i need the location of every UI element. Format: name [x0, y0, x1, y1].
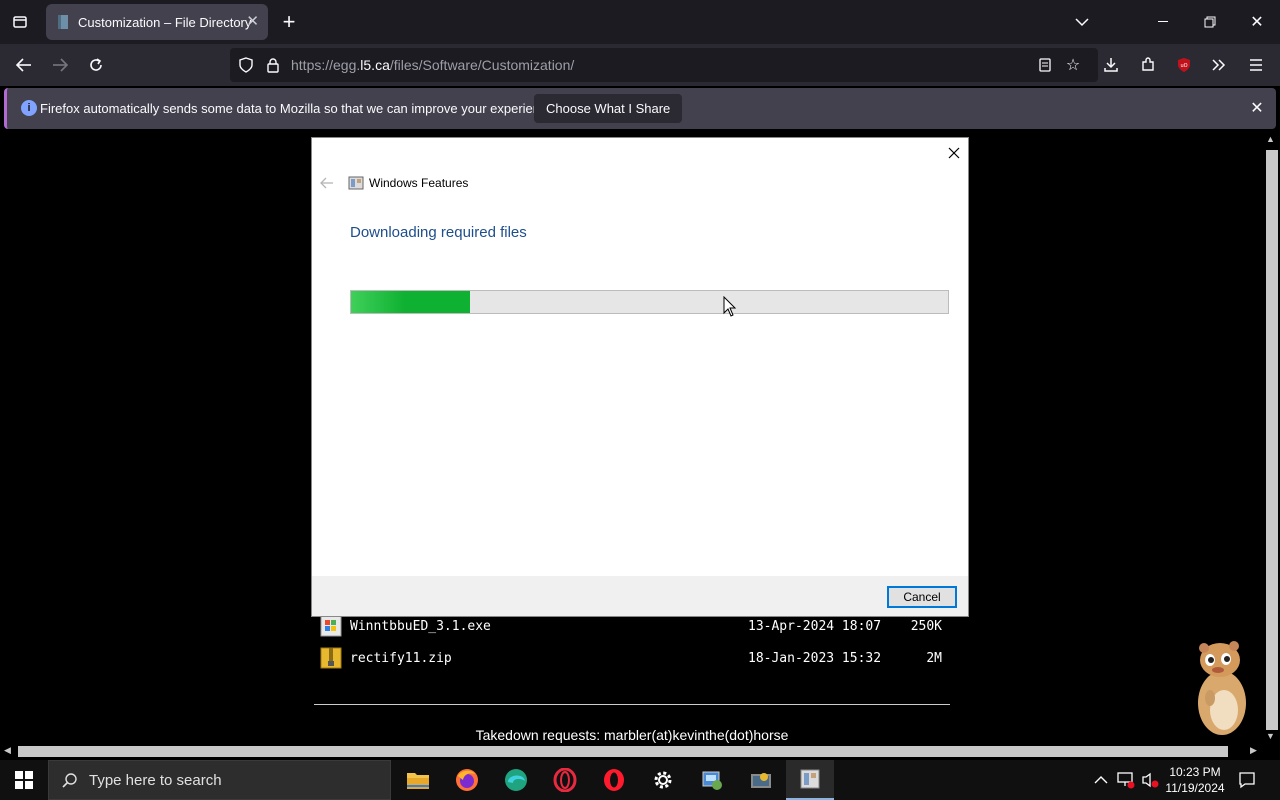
- scroll-down-arrow-icon[interactable]: ▼: [1266, 731, 1275, 741]
- taskbar-search-box[interactable]: Type here to search: [48, 760, 391, 800]
- file-date: 13-Apr-2024 18:07: [748, 619, 882, 634]
- network-icon[interactable]: [1117, 771, 1135, 794]
- file-size: 250K: [910, 619, 942, 634]
- notification-text: Firefox automatically sends some data to…: [40, 101, 558, 116]
- navigation-bar: https://egg.l5.ca/files/Software/Customi…: [0, 44, 1280, 86]
- file-name-link[interactable]: rectify11.zip: [350, 651, 452, 666]
- window-close-icon[interactable]: ✕: [1241, 6, 1273, 38]
- opera-app[interactable]: [590, 760, 638, 800]
- firefox-app[interactable]: [443, 760, 491, 800]
- choose-what-i-share-button[interactable]: Choose What I Share: [534, 94, 683, 123]
- windows-logo-icon: [15, 771, 33, 789]
- overflow-menu-icon[interactable]: [1203, 49, 1235, 81]
- opera-gx-app[interactable]: [541, 760, 589, 800]
- dialog-footer: Cancel: [312, 576, 968, 616]
- bookmark-star-icon[interactable]: ☆: [1057, 49, 1089, 81]
- extensions-icon[interactable]: [1132, 49, 1164, 81]
- system-clock[interactable]: 10:23 PM 11/19/2024: [1160, 764, 1230, 796]
- table-row[interactable]: WinntbbuED_3.1.exe 13-Apr-2024 18:07 250…: [320, 615, 950, 641]
- windows-features-icon: [348, 175, 364, 196]
- dialog-back-arrow-icon[interactable]: [320, 176, 334, 194]
- favicon-icon: [58, 15, 68, 29]
- hamster-mascot-image: [1180, 638, 1260, 738]
- takedown-notice: Takedown requests: marbler(at)kevinthe(d…: [475, 727, 789, 743]
- windows-features-dialog: Windows Features Downloading required fi…: [311, 137, 969, 617]
- url-text[interactable]: https://egg.l5.ca/files/Software/Customi…: [291, 57, 574, 73]
- file-name-link[interactable]: WinntbbuED_3.1.exe: [350, 619, 491, 634]
- settings-app[interactable]: [639, 760, 687, 800]
- scroll-left-arrow-icon[interactable]: ◀: [4, 745, 11, 756]
- vertical-scrollbar-thumb[interactable]: [1266, 150, 1278, 730]
- telemetry-notification-bar: i Firefox automatically sends some data …: [4, 88, 1276, 129]
- tab-list-icon[interactable]: [4, 6, 36, 38]
- tab-customization[interactable]: Customization – File Directory ✕: [46, 4, 268, 40]
- taskbar: Type here to search 10:23 PM 11/19/2024: [0, 760, 1280, 800]
- divider: [314, 704, 950, 705]
- start-button[interactable]: [0, 760, 48, 800]
- edge-icon: [505, 769, 527, 791]
- show-hidden-icons-icon[interactable]: [1094, 772, 1108, 790]
- restore-icon[interactable]: [1194, 6, 1226, 38]
- opera-icon: [604, 769, 624, 791]
- lock-icon[interactable]: [257, 49, 289, 81]
- dialog-heading: Downloading required files: [350, 224, 527, 241]
- windows-features-app[interactable]: [786, 760, 834, 800]
- info-icon: i: [21, 100, 37, 116]
- scroll-right-arrow-icon[interactable]: ▶: [1250, 745, 1257, 756]
- forward-icon[interactable]: [44, 49, 76, 81]
- svg-text:uO: uO: [1180, 63, 1187, 69]
- table-row[interactable]: rectify11.zip 18-Jan-2023 15:32 2M: [320, 647, 950, 673]
- volume-muted-icon[interactable]: [1141, 771, 1159, 794]
- control-panel-icon: [702, 771, 722, 790]
- list-all-tabs-icon[interactable]: [1066, 6, 1098, 38]
- clock-date: 11/19/2024: [1165, 781, 1225, 795]
- control-panel-app[interactable]: [688, 760, 736, 800]
- tab-title: Customization – File Directory: [78, 14, 252, 30]
- reload-icon[interactable]: [80, 49, 112, 81]
- ublock-origin-icon[interactable]: uO: [1168, 49, 1200, 81]
- edge-app[interactable]: [492, 760, 540, 800]
- notification-close-icon[interactable]: ✕: [1241, 92, 1273, 124]
- url-bar[interactable]: https://egg.l5.ca/files/Software/Customi…: [230, 48, 1098, 82]
- search-icon: [62, 772, 78, 792]
- windows-features-taskbar-icon: [800, 769, 820, 789]
- folder-icon: [407, 773, 429, 789]
- browser-tab-bar: Customization – File Directory ✕ + ✕: [0, 0, 1280, 44]
- scroll-up-arrow-icon[interactable]: ▲: [1266, 134, 1275, 144]
- zip-icon: [320, 647, 342, 669]
- downloads-icon[interactable]: [1095, 49, 1127, 81]
- clock-time: 10:23 PM: [1169, 765, 1221, 779]
- paint-app[interactable]: [737, 760, 785, 800]
- new-tab-icon[interactable]: +: [273, 6, 305, 38]
- back-icon[interactable]: [8, 49, 40, 81]
- cancel-button[interactable]: Cancel: [887, 586, 957, 608]
- dialog-title: Windows Features: [369, 176, 469, 190]
- tab-close-icon[interactable]: ✕: [246, 12, 259, 30]
- progress-fill: [351, 291, 471, 313]
- paint-icon: [751, 773, 771, 788]
- hamburger-menu-icon[interactable]: [1240, 49, 1272, 81]
- firefox-icon: [456, 769, 478, 791]
- horizontal-scrollbar-thumb[interactable]: [18, 746, 1228, 757]
- gear-icon: [654, 771, 672, 789]
- dialog-close-icon[interactable]: [944, 143, 964, 163]
- minimize-icon[interactable]: [1148, 6, 1180, 38]
- file-size: 2M: [926, 651, 942, 666]
- exe-icon: [320, 615, 342, 637]
- file-date: 18-Jan-2023 15:32: [748, 651, 882, 666]
- search-placeholder: Type here to search: [89, 772, 222, 789]
- opera-gx-icon: [553, 768, 577, 792]
- download-progress-bar: [350, 290, 949, 314]
- mouse-cursor-icon: [723, 295, 737, 323]
- notifications-icon[interactable]: [1238, 771, 1256, 794]
- file-explorer-app[interactable]: [394, 760, 442, 800]
